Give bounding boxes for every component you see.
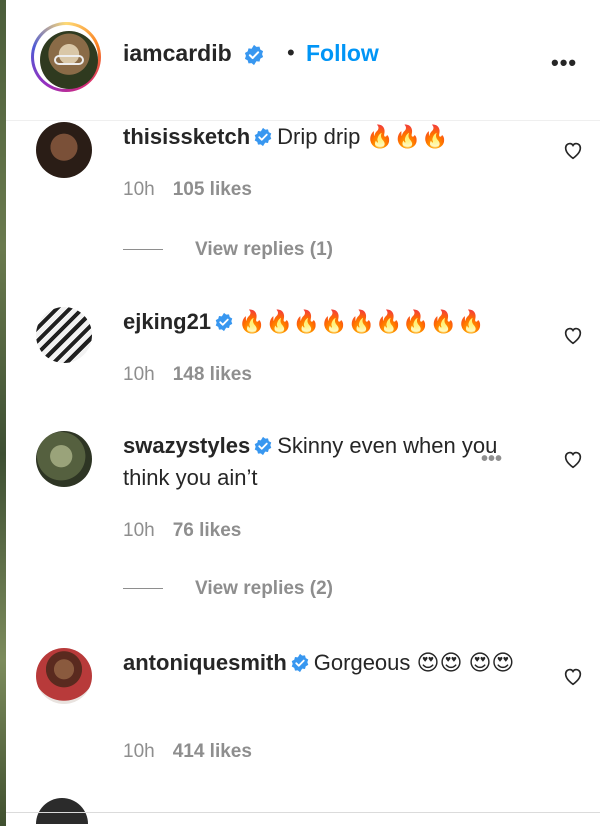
replies-divider xyxy=(123,249,163,251)
comment-text: ejking21 🔥🔥🔥🔥🔥🔥🔥🔥🔥 xyxy=(123,306,523,338)
comment-meta: 10h 148 likes xyxy=(123,364,252,386)
more-options-icon[interactable]: ••• xyxy=(551,50,577,76)
verified-badge-icon xyxy=(254,436,272,456)
verified-badge-icon xyxy=(215,312,233,332)
comment-time: 10h xyxy=(123,520,155,541)
avatar[interactable] xyxy=(36,648,92,704)
comment-text: antoniquesmith Gorgeous 😍😍 😍😍 xyxy=(123,647,533,679)
heart-outline-icon[interactable] xyxy=(562,448,584,470)
separator-dot: • xyxy=(287,40,295,65)
comment-likes[interactable]: 414 likes xyxy=(173,741,252,762)
post-header: iamcardib • Follow ••• xyxy=(6,0,600,121)
heart-outline-icon[interactable] xyxy=(562,139,584,161)
comment-time: 10h xyxy=(123,179,155,200)
avatar[interactable] xyxy=(36,122,92,178)
comment-meta: 10h 76 likes xyxy=(123,520,241,542)
comment-username[interactable]: thisissketch xyxy=(123,124,250,149)
comment-body: Drip drip 🔥🔥🔥 xyxy=(277,124,449,149)
view-replies-button[interactable]: View replies (1) xyxy=(123,239,333,261)
comment-body: Gorgeous 😍😍 😍😍 xyxy=(313,650,515,675)
avatar-glasses-detail xyxy=(54,55,84,65)
heart-outline-icon[interactable] xyxy=(562,324,584,346)
comments-bottom-divider xyxy=(6,812,600,813)
view-replies-button[interactable]: View replies (2) xyxy=(123,578,333,600)
comment-body: 🔥🔥🔥🔥🔥🔥🔥🔥🔥 xyxy=(238,309,485,334)
post-author-name[interactable]: iamcardib xyxy=(123,40,232,66)
comment-username[interactable]: antoniquesmith xyxy=(123,650,287,675)
comments-list[interactable]: thisissketch Drip drip 🔥🔥🔥 10h 105 likes V… xyxy=(6,121,600,811)
comment-meta: 10h 105 likes xyxy=(123,179,252,201)
comment-options-icon[interactable]: ••• xyxy=(481,448,502,471)
heart-outline-icon[interactable] xyxy=(562,665,584,687)
comment-text: swazystyles Skinny even when you think yo… xyxy=(123,430,518,494)
verified-badge-icon xyxy=(244,44,264,66)
comment-meta: 10h 414 likes xyxy=(123,741,252,763)
comment-likes[interactable]: 76 likes xyxy=(173,520,242,541)
comment-time: 10h xyxy=(123,741,155,762)
post-author-username[interactable]: iamcardib xyxy=(123,40,265,67)
verified-badge-icon xyxy=(291,653,309,673)
view-replies-label[interactable]: View replies (2) xyxy=(195,578,333,599)
avatar[interactable] xyxy=(36,431,92,487)
story-ring-avatar[interactable] xyxy=(31,22,101,92)
verified-badge-icon xyxy=(254,127,272,147)
comment-username[interactable]: swazystyles xyxy=(123,433,250,458)
view-replies-label[interactable]: View replies (1) xyxy=(195,239,333,260)
comment-text: thisissketch Drip drip 🔥🔥🔥 xyxy=(123,121,523,153)
comment-likes[interactable]: 148 likes xyxy=(173,364,252,385)
avatar xyxy=(40,31,98,89)
comment-likes[interactable]: 105 likes xyxy=(173,179,252,200)
avatar[interactable] xyxy=(36,307,92,363)
comment-username[interactable]: ejking21 xyxy=(123,309,211,334)
comment-time: 10h xyxy=(123,364,155,385)
follow-button[interactable]: Follow xyxy=(306,40,379,67)
replies-divider xyxy=(123,588,163,590)
